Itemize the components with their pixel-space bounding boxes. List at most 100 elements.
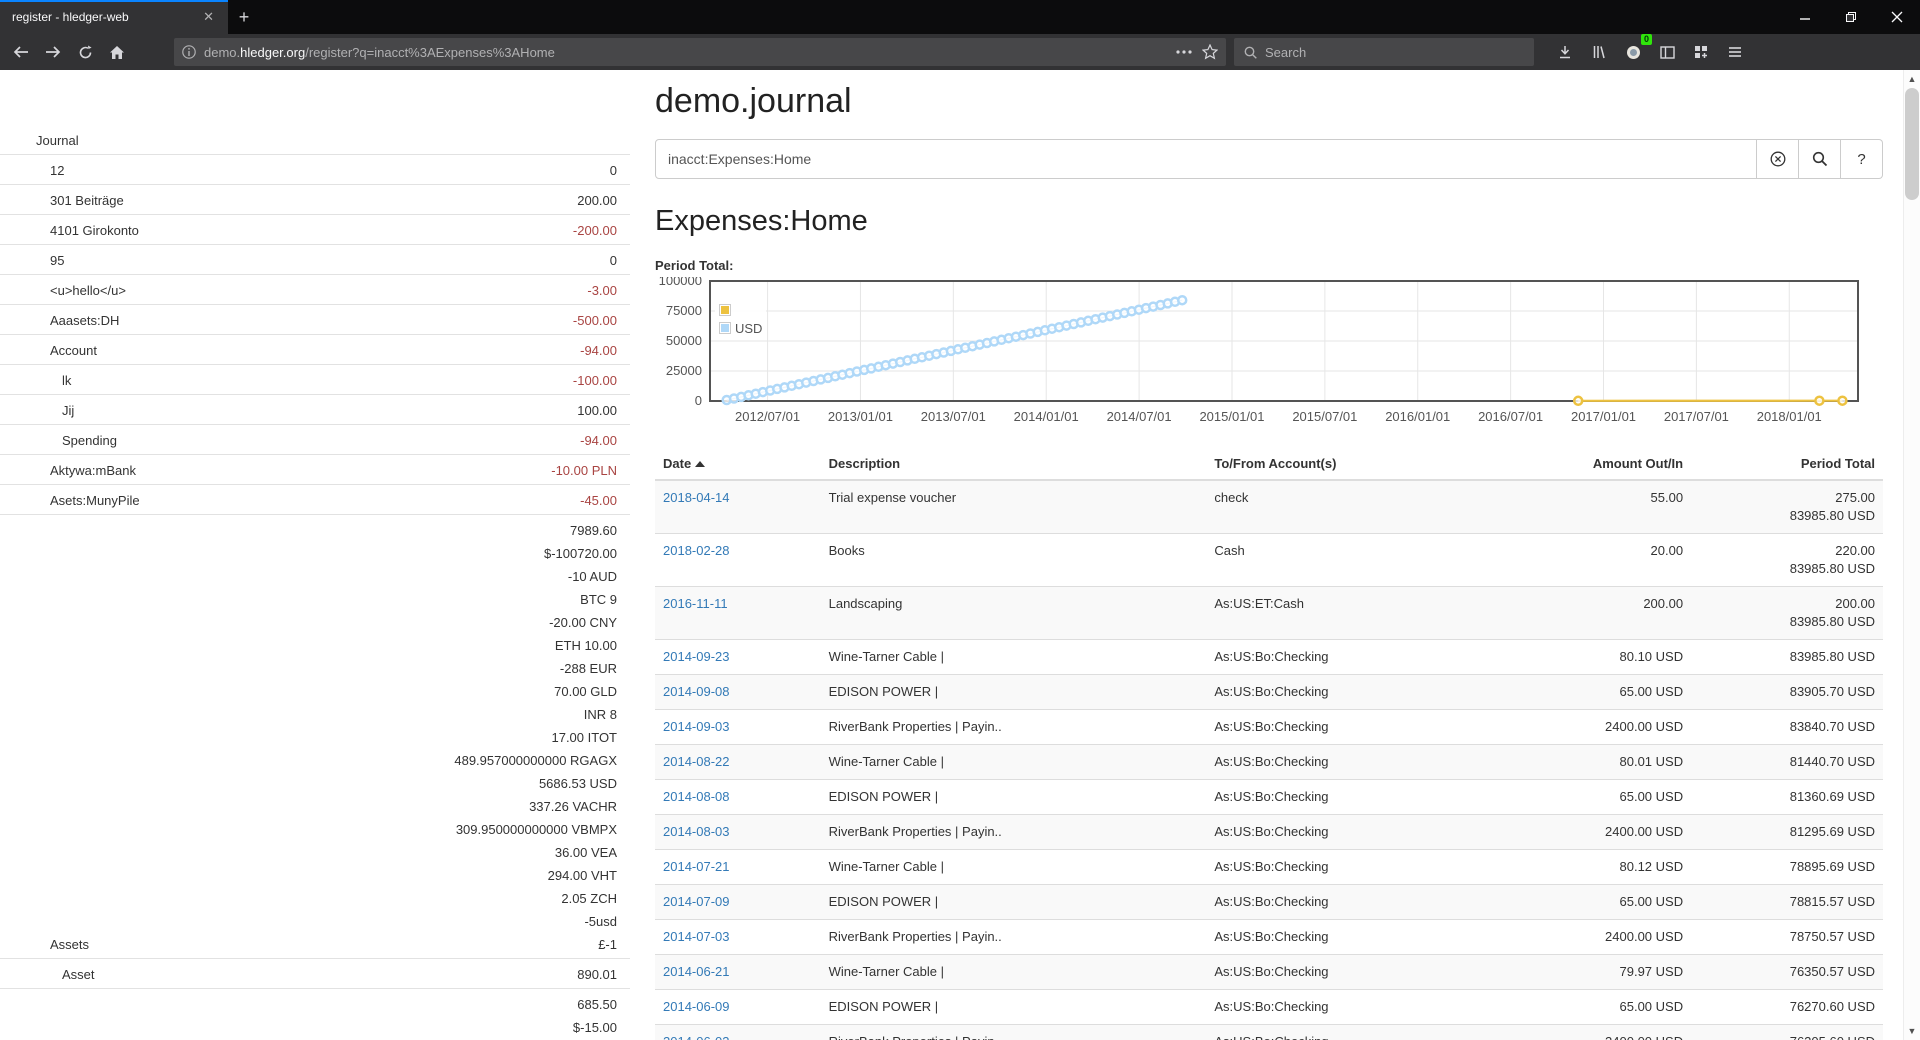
- window-close-button[interactable]: [1874, 0, 1920, 34]
- bookmark-star-icon[interactable]: [1202, 44, 1218, 60]
- app-menu-button[interactable]: [1720, 38, 1750, 66]
- sidebar-account-row: Aktywa:mBank -10.00 PLN: [0, 455, 630, 485]
- main-content: demo.journal ? Expenses:Home Period Tota…: [655, 70, 1883, 1040]
- transaction-amount: 55.00: [1540, 480, 1691, 534]
- transaction-account: As:US:Bo:Checking: [1206, 640, 1539, 675]
- account-balance: -94.00: [580, 338, 617, 361]
- url-bar[interactable]: demo.hledger.org/register?q=inacct%3AExp…: [174, 38, 1226, 66]
- transaction-date-link[interactable]: 2016-11-11: [663, 596, 728, 611]
- header-amount[interactable]: Amount Out/In: [1540, 448, 1691, 480]
- help-button[interactable]: ?: [1841, 139, 1883, 179]
- transaction-date-link[interactable]: 2014-07-21: [663, 859, 730, 874]
- transaction-date-link[interactable]: 2014-06-21: [663, 964, 730, 979]
- transaction-account: As:US:Bo:Checking: [1206, 815, 1539, 850]
- account-link[interactable]: Aktywa:mBank: [0, 461, 136, 481]
- browser-search-field[interactable]: Search: [1234, 38, 1534, 66]
- sidebar-account-row: Jij100.00: [0, 395, 630, 425]
- home-icon: [109, 45, 125, 60]
- transaction-date-link[interactable]: 2014-07-09: [663, 894, 730, 909]
- downloads-button[interactable]: [1550, 38, 1580, 66]
- account-link[interactable]: Jij: [0, 401, 74, 421]
- transaction-date-link[interactable]: 2014-07-03: [663, 929, 730, 944]
- transaction-account: As:US:Bo:Checking: [1206, 885, 1539, 920]
- sidebars-button[interactable]: [1652, 38, 1682, 66]
- table-row: 2018-02-28BooksCash20.00220.0083985.80 U…: [655, 534, 1883, 587]
- scrollbar-thumb[interactable]: [1905, 88, 1919, 200]
- transaction-amount: 80.12 USD: [1540, 850, 1691, 885]
- transaction-date-link[interactable]: 2014-09-03: [663, 719, 730, 734]
- transaction-account: As:US:Bo:Checking: [1206, 1025, 1539, 1040]
- search-placeholder: Search: [1265, 45, 1306, 60]
- library-button[interactable]: [1584, 38, 1614, 66]
- clear-query-button[interactable]: [1757, 139, 1799, 179]
- account-link[interactable]: 301 Beiträge: [0, 191, 124, 211]
- chart-canvas: 02500050000750001000002012/07/012013/01/…: [655, 277, 1860, 429]
- page-actions-icon[interactable]: [1176, 50, 1192, 54]
- header-account[interactable]: To/From Account(s): [1206, 448, 1539, 480]
- transaction-date-link[interactable]: 2014-08-22: [663, 754, 730, 769]
- scroll-down-arrow[interactable]: ▼: [1904, 1023, 1920, 1039]
- overflow-menu-button[interactable]: [1686, 38, 1716, 66]
- svg-text:2014/01/01: 2014/01/01: [1014, 409, 1079, 424]
- transaction-date-link[interactable]: 2014-09-23: [663, 649, 730, 664]
- transaction-date-link[interactable]: 2018-02-28: [663, 543, 730, 558]
- sidebar-account-row: 301 Beiträge200.00: [0, 185, 630, 215]
- tab-title: register - hledger-web: [12, 10, 197, 24]
- transaction-period-total: 83905.70 USD: [1691, 675, 1883, 710]
- home-button[interactable]: [102, 38, 132, 66]
- account-link[interactable]: Assets: [0, 935, 89, 955]
- transaction-date-link[interactable]: 2014-08-08: [663, 789, 730, 804]
- transaction-date-link[interactable]: 2018-04-14: [663, 490, 730, 505]
- transaction-amount: 2400.00 USD: [1540, 1025, 1691, 1040]
- sidebar-account-row: Assets7989.60$-100720.00-10 AUDBTC 9-20.…: [0, 515, 630, 959]
- account-link[interactable]: Account: [0, 341, 97, 361]
- account-link[interactable]: Spending: [0, 431, 117, 451]
- close-icon: [1891, 11, 1903, 23]
- site-info-icon: [182, 45, 196, 59]
- extension-button[interactable]: 0: [1618, 38, 1648, 66]
- account-link[interactable]: 95: [0, 251, 64, 271]
- tab-close-icon[interactable]: ✕: [197, 7, 220, 27]
- account-link[interactable]: Aaasets:DH: [0, 311, 119, 331]
- library-icon: [1592, 45, 1606, 59]
- header-period-total[interactable]: Period Total: [1691, 448, 1883, 480]
- window-minimize-button[interactable]: [1782, 0, 1828, 34]
- scroll-up-arrow[interactable]: ▲: [1904, 71, 1920, 87]
- forward-button[interactable]: [38, 38, 68, 66]
- table-row: 2014-09-03RiverBank Properties | Payin..…: [655, 710, 1883, 745]
- account-link[interactable]: lk: [0, 371, 71, 391]
- transaction-date-link[interactable]: 2014-06-09: [663, 999, 730, 1014]
- transaction-date-link[interactable]: 2014-06-03: [663, 1034, 730, 1040]
- sidebar-account-row: lk-100.00: [0, 365, 630, 395]
- account-link[interactable]: 12: [0, 161, 64, 181]
- browser-tab[interactable]: register - hledger-web ✕: [0, 0, 228, 34]
- account-link[interactable]: Asset: [0, 965, 95, 985]
- account-balance: -3.00: [587, 278, 617, 301]
- transaction-description: Wine-Tarner Cable |: [821, 955, 1207, 990]
- account-link[interactable]: Asets:MunyPile: [0, 491, 140, 511]
- back-button[interactable]: [6, 38, 36, 66]
- page-scrollbar[interactable]: ▲ ▼: [1903, 70, 1920, 1040]
- header-date[interactable]: Date: [655, 448, 821, 480]
- transaction-date-link[interactable]: 2014-09-08: [663, 684, 730, 699]
- header-description[interactable]: Description: [821, 448, 1207, 480]
- transaction-amount: 65.00 USD: [1540, 885, 1691, 920]
- table-row: 2014-08-03RiverBank Properties | Payin..…: [655, 815, 1883, 850]
- account-balance: -10.00 PLN: [551, 458, 617, 481]
- new-tab-button[interactable]: +: [228, 0, 260, 34]
- grid-plus-icon: [1694, 45, 1708, 59]
- transaction-amount: 20.00: [1540, 534, 1691, 587]
- transaction-description: Trial expense voucher: [821, 480, 1207, 534]
- sidebar-account-row: Journal: [0, 128, 630, 155]
- search-submit-button[interactable]: [1799, 139, 1841, 179]
- reload-button[interactable]: [70, 38, 100, 66]
- account-link[interactable]: <u>hello</u>: [0, 281, 126, 301]
- account-link[interactable]: Journal: [0, 131, 79, 151]
- account-link[interactable]: 4101 Girokonto: [0, 221, 139, 241]
- query-input[interactable]: [655, 139, 1757, 179]
- transaction-amount: 200.00: [1540, 587, 1691, 640]
- account-balance: -94.00: [580, 428, 617, 451]
- account-balance: -200.00: [573, 218, 617, 241]
- transaction-date-link[interactable]: 2014-08-03: [663, 824, 730, 839]
- window-restore-button[interactable]: [1828, 0, 1874, 34]
